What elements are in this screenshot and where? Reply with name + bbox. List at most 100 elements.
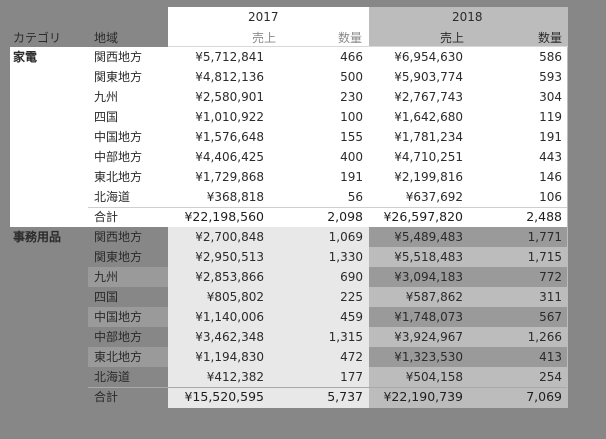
qty-2017-cell: 155 bbox=[340, 130, 363, 144]
qty-2018-cell: 119 bbox=[539, 110, 562, 124]
qty-2017-header: 数量 bbox=[338, 31, 363, 45]
sales-2017-cell: ¥805,802 bbox=[206, 290, 264, 304]
qty-2017-cell: 5,737 bbox=[327, 389, 363, 404]
sales-2018-cell: ¥5,518,483 bbox=[394, 250, 463, 264]
qty-2017-cell: 2,098 bbox=[327, 209, 363, 224]
qty-2017-cell: 500 bbox=[340, 70, 363, 84]
qty-2018-cell: 304 bbox=[539, 90, 562, 104]
region-cell: 四国 bbox=[94, 290, 119, 304]
sales-2017-cell: ¥1,194,830 bbox=[195, 350, 264, 364]
qty-2017-cell: 1,330 bbox=[328, 250, 363, 264]
qty-2018-cell: 191 bbox=[539, 130, 562, 144]
total-label: 合計 bbox=[94, 390, 119, 404]
region-cell: 関西地方 bbox=[94, 230, 143, 244]
region-cell: 東北地方 bbox=[94, 350, 143, 364]
sales-2017-cell: ¥2,853,866 bbox=[195, 270, 264, 284]
sales-2018-cell: ¥22,190,739 bbox=[383, 389, 463, 404]
region-cell: 九州 bbox=[94, 270, 119, 284]
sales-2018-cell: ¥1,642,680 bbox=[394, 110, 463, 124]
sales-2018-cell: ¥5,903,774 bbox=[394, 70, 463, 84]
category-label: 家電 bbox=[13, 50, 38, 64]
sales-2018-cell: ¥2,767,743 bbox=[394, 90, 463, 104]
qty-2018-header: 数量 bbox=[538, 31, 563, 45]
region-cell: 東北地方 bbox=[94, 170, 143, 184]
qty-2017-cell: 472 bbox=[340, 350, 363, 364]
year-2017-header: 2017 bbox=[248, 10, 279, 24]
sales-2018-cell: ¥2,199,816 bbox=[394, 170, 463, 184]
sales-2017-cell: ¥15,520,595 bbox=[184, 389, 264, 404]
sales-2018-cell: ¥3,094,183 bbox=[394, 270, 463, 284]
sales-2018-cell: ¥637,692 bbox=[405, 190, 463, 204]
region-cell: 中国地方 bbox=[94, 310, 143, 324]
qty-2018-cell: 254 bbox=[539, 370, 562, 384]
sales-2017-cell: ¥5,712,841 bbox=[195, 50, 264, 64]
sales-2017-header: 売上 bbox=[252, 31, 277, 45]
sales-2017-cell: ¥2,700,848 bbox=[195, 230, 264, 244]
sales-2017-cell: ¥1,576,648 bbox=[195, 130, 264, 144]
qty-2017-cell: 1,315 bbox=[328, 330, 363, 344]
total-label: 合計 bbox=[94, 210, 119, 224]
sales-2017-cell: ¥368,818 bbox=[206, 190, 264, 204]
qty-2018-cell: 593 bbox=[539, 70, 562, 84]
qty-2018-cell: 7,069 bbox=[526, 389, 562, 404]
qty-2018-cell: 413 bbox=[539, 350, 562, 364]
qty-2017-cell: 400 bbox=[340, 150, 363, 164]
qty-2017-cell: 56 bbox=[347, 190, 363, 204]
qty-2018-cell: 106 bbox=[539, 190, 562, 204]
qty-2017-cell: 177 bbox=[340, 370, 363, 384]
qty-2017-cell: 459 bbox=[340, 310, 363, 324]
year-2018-header: 2018 bbox=[452, 10, 483, 24]
region-cell: 関西地方 bbox=[94, 50, 143, 64]
qty-2018-cell: 146 bbox=[539, 170, 562, 184]
sales-2017-cell: ¥412,382 bbox=[206, 370, 264, 384]
sales-2018-cell: ¥4,710,251 bbox=[394, 150, 463, 164]
qty-2018-cell: 2,488 bbox=[526, 209, 562, 224]
qty-2017-cell: 1,069 bbox=[328, 230, 363, 244]
qty-2017-cell: 191 bbox=[340, 170, 363, 184]
sales-2017-cell: ¥2,580,901 bbox=[195, 90, 264, 104]
sales-2018-cell: ¥3,924,967 bbox=[394, 330, 463, 344]
qty-2018-cell: 443 bbox=[539, 150, 562, 164]
sales-2018-cell: ¥26,597,820 bbox=[383, 209, 463, 224]
qty-2018-cell: 772 bbox=[539, 270, 562, 284]
region-cell: 関東地方 bbox=[94, 250, 143, 264]
region-cell: 中部地方 bbox=[94, 150, 143, 164]
region-cell: 北海道 bbox=[94, 370, 131, 384]
category-header: カテゴリ bbox=[13, 31, 62, 45]
sales-2018-cell: ¥5,489,483 bbox=[394, 230, 463, 244]
qty-2018-cell: 1,771 bbox=[527, 230, 562, 244]
qty-2017-cell: 100 bbox=[340, 110, 363, 124]
sales-2018-cell: ¥587,862 bbox=[405, 290, 463, 304]
region-header: 地域 bbox=[94, 31, 119, 45]
region-cell: 中部地方 bbox=[94, 330, 143, 344]
category-label: 事務用品 bbox=[13, 230, 62, 244]
qty-2018-cell: 1,715 bbox=[527, 250, 562, 264]
sales-2018-cell: ¥6,954,630 bbox=[394, 50, 463, 64]
sales-2017-cell: ¥1,729,868 bbox=[195, 170, 264, 184]
sales-2017-cell: ¥3,462,348 bbox=[195, 330, 264, 344]
region-cell: 関東地方 bbox=[94, 70, 143, 84]
sales-2017-cell: ¥4,406,425 bbox=[195, 150, 264, 164]
sales-2018-cell: ¥504,158 bbox=[405, 370, 463, 384]
sales-2018-cell: ¥1,781,234 bbox=[394, 130, 463, 144]
qty-2018-cell: 567 bbox=[539, 310, 562, 324]
qty-2018-cell: 1,266 bbox=[527, 330, 562, 344]
region-cell: 北海道 bbox=[94, 190, 131, 204]
qty-2018-cell: 586 bbox=[539, 50, 562, 64]
qty-2017-cell: 690 bbox=[340, 270, 363, 284]
sales-2018-cell: ¥1,323,530 bbox=[394, 350, 463, 364]
region-cell: 九州 bbox=[94, 90, 119, 104]
sales-2017-cell: ¥4,812,136 bbox=[195, 70, 264, 84]
sales-2018-header: 売上 bbox=[440, 31, 465, 45]
qty-2017-cell: 230 bbox=[340, 90, 363, 104]
qty-2017-cell: 466 bbox=[340, 50, 363, 64]
region-cell: 中国地方 bbox=[94, 130, 143, 144]
sales-2018-cell: ¥1,748,073 bbox=[394, 310, 463, 324]
sales-2017-cell: ¥2,950,513 bbox=[195, 250, 264, 264]
region-cell: 四国 bbox=[94, 110, 119, 124]
sales-2017-cell: ¥1,140,006 bbox=[195, 310, 264, 324]
sales-2017-cell: ¥22,198,560 bbox=[184, 209, 264, 224]
sales-2017-cell: ¥1,010,922 bbox=[195, 110, 264, 124]
qty-2017-cell: 225 bbox=[340, 290, 363, 304]
qty-2018-cell: 311 bbox=[539, 290, 562, 304]
